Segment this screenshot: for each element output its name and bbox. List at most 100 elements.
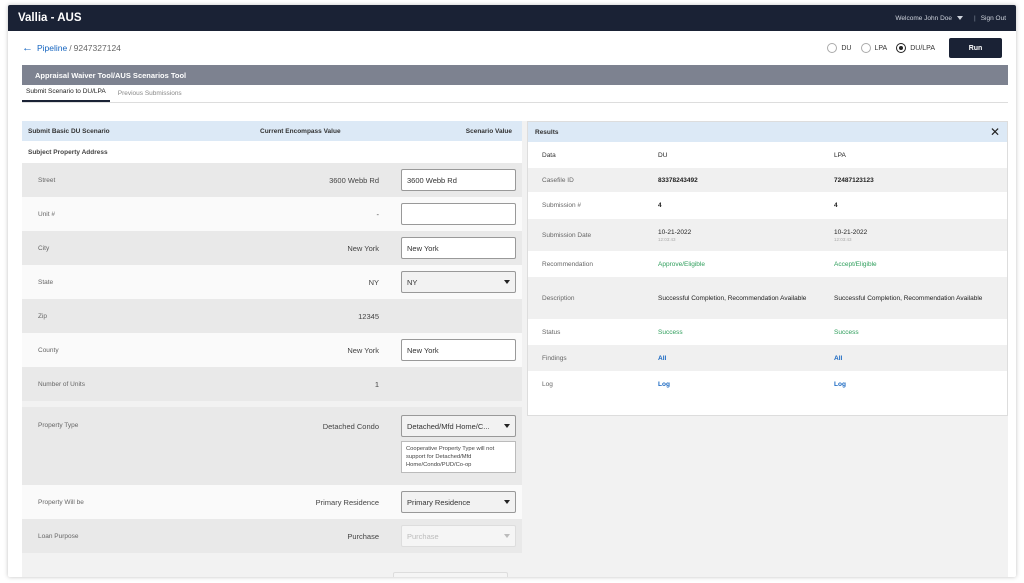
welcome-user-menu[interactable]: Welcome John Doe — [895, 15, 952, 22]
results-title: Results — [535, 128, 559, 136]
main-content: Submit Basic DU Scenario Current Encompa… — [22, 121, 1008, 577]
results-header: Results ✕ — [528, 122, 1007, 142]
row-label: Status — [542, 328, 561, 336]
street-row: Street 3600 Webb Rd 3600 Webb Rd — [22, 163, 522, 197]
property-type-column: Detached/Mfd Home/C... Cooperative Prope… — [401, 415, 516, 485]
scenario-header: Submit Basic DU Scenario Current Encompa… — [22, 121, 522, 141]
field-label: Property Will be — [38, 498, 84, 506]
user-area: Welcome John Doe | Sign Out — [895, 15, 1006, 22]
loan-number: 9247327124 — [73, 43, 121, 53]
current-value: Purchase — [347, 531, 379, 541]
caret-down-icon[interactable] — [957, 16, 963, 20]
property-type-row: Property Type Detached Condo Detached/Mf… — [22, 407, 522, 485]
du-findings-link[interactable]: All — [658, 355, 834, 362]
field-label: County — [38, 346, 59, 354]
radio-icon[interactable] — [860, 43, 871, 53]
units-row: Number of Units 1 1 — [22, 121, 664, 401]
radio-du[interactable]: DU — [827, 43, 852, 53]
close-icon[interactable]: ✕ — [990, 125, 1000, 139]
radio-icon[interactable] — [827, 43, 838, 53]
lpa-value: 10-21-2022 — [834, 228, 868, 236]
row-label: Submission # — [542, 202, 582, 209]
lpa-value: Successful Completion, Recommendation Av… — [834, 294, 983, 302]
app-title: Vallia - AUS — [18, 12, 82, 24]
county-input[interactable]: New York — [401, 339, 516, 361]
du-date: 10-21-2022 12:03:43 — [658, 229, 834, 242]
current-value: 3600 Webb Rd — [329, 175, 379, 185]
current-value: 12345 — [358, 311, 379, 321]
results-column-headers: Data DU LPA — [528, 142, 1007, 168]
section-title: Appraisal Waiver Tool/AUS Scenarios Tool — [22, 65, 1008, 85]
row-label: Description — [542, 294, 575, 302]
submission-number-row: Submission # 4 4 — [528, 192, 1007, 219]
scenario-title: Submit Basic DU Scenario — [28, 127, 110, 135]
county-row: County New York New York — [22, 333, 522, 367]
property-type-note: Cooperative Property Type will not suppo… — [401, 441, 516, 473]
lpa-date: 10-21-2022 12:03:43 — [834, 229, 1007, 242]
scenario-value-header: Scenario Value — [465, 127, 512, 135]
lpa-log-link[interactable]: Log — [834, 381, 1007, 388]
top-nav-bar: Vallia - AUS Welcome John Doe | Sign Out — [8, 5, 1016, 31]
description-row: Description Successful Completion, Recom… — [528, 277, 1007, 319]
unit-input[interactable] — [401, 203, 516, 225]
du-value: 4 — [658, 202, 662, 209]
current-value: New York — [347, 243, 379, 253]
select-value: Primary Residence — [407, 497, 471, 507]
caret-down-icon — [504, 500, 510, 504]
partial-input[interactable] — [393, 572, 508, 577]
current-value: NY — [368, 277, 379, 287]
recommendation-row: Recommendation Approve/Eligible Accept/E… — [528, 251, 1007, 277]
lpa-time: 12:03:43 — [834, 236, 852, 242]
current-value: Detached Condo — [322, 422, 379, 431]
radio-du-lpa[interactable]: DU/LPA — [896, 43, 935, 53]
du-value: Successful Completion, Recommendation Av… — [658, 294, 807, 302]
property-will-be-select[interactable]: Primary Residence — [401, 491, 516, 513]
current-value: New York — [347, 345, 379, 355]
column-header: Data — [542, 151, 556, 159]
lpa-findings-link[interactable]: All — [834, 355, 1007, 362]
lpa-value: 4 — [834, 202, 838, 209]
row-label: Log — [542, 380, 553, 388]
lpa-status: Success — [834, 328, 859, 336]
breadcrumb-row: ← Pipeline / 9247327124 DU LPA DU/LPA Ru… — [8, 31, 1016, 65]
field-label: Zip — [38, 312, 48, 320]
column-header: LPA — [834, 151, 846, 159]
current-value: 1 — [374, 379, 379, 389]
row-label: Submission Date — [542, 231, 592, 239]
radio-lpa[interactable]: LPA — [860, 43, 888, 53]
casefile-row: Casefile ID 83378243492 72487123123 — [528, 168, 1007, 192]
breadcrumb-pipeline-link[interactable]: Pipeline — [37, 43, 67, 53]
app-window: Vallia - AUS Welcome John Doe | Sign Out… — [8, 5, 1016, 577]
property-type-select[interactable]: Detached/Mfd Home/C... — [401, 415, 516, 437]
current-value: - — [376, 209, 380, 219]
select-value: Purchase — [407, 531, 439, 541]
subject-property-title: Subject Property Address — [22, 141, 522, 163]
city-row: City New York New York — [22, 231, 522, 265]
radio-selected-icon[interactable] — [896, 43, 907, 53]
zip-row: Zip 12345 12345 — [22, 121, 664, 333]
field-label: Unit # — [38, 210, 55, 218]
radio-label: LPA — [874, 44, 888, 52]
sign-out-link[interactable]: Sign Out — [981, 15, 1006, 22]
tab-bar: Submit Scenario to DU/LPA Previous Submi… — [22, 85, 1008, 103]
caret-down-icon — [504, 424, 510, 428]
du-log-link[interactable]: Log — [658, 381, 834, 388]
loan-purpose-select[interactable]: Purchase — [401, 525, 516, 547]
scenario-panel: Submit Basic DU Scenario Current Encompa… — [22, 121, 664, 577]
run-button[interactable]: Run — [949, 38, 1002, 58]
loan-purpose-row: Loan Purpose Purchase Purchase — [22, 519, 522, 553]
radio-label: DU — [841, 44, 852, 52]
row-label: Recommendation — [542, 260, 593, 268]
city-input[interactable]: New York — [401, 237, 516, 259]
column-header: DU — [658, 151, 668, 159]
street-input[interactable]: 3600 Webb Rd — [401, 169, 516, 191]
state-select[interactable]: NY — [401, 271, 516, 293]
current-value: Primary Residence — [315, 497, 379, 507]
log-row: Log Log Log — [528, 371, 1007, 397]
arrow-left-icon[interactable]: ← — [22, 42, 33, 54]
state-row: State NY NY — [22, 265, 522, 299]
unit-row: Unit # - — [22, 197, 522, 231]
tab-submit-scenario[interactable]: Submit Scenario to DU/LPA — [22, 88, 110, 102]
field-label: Loan Purpose — [38, 532, 79, 540]
tab-previous-submissions[interactable]: Previous Submissions — [114, 90, 186, 102]
